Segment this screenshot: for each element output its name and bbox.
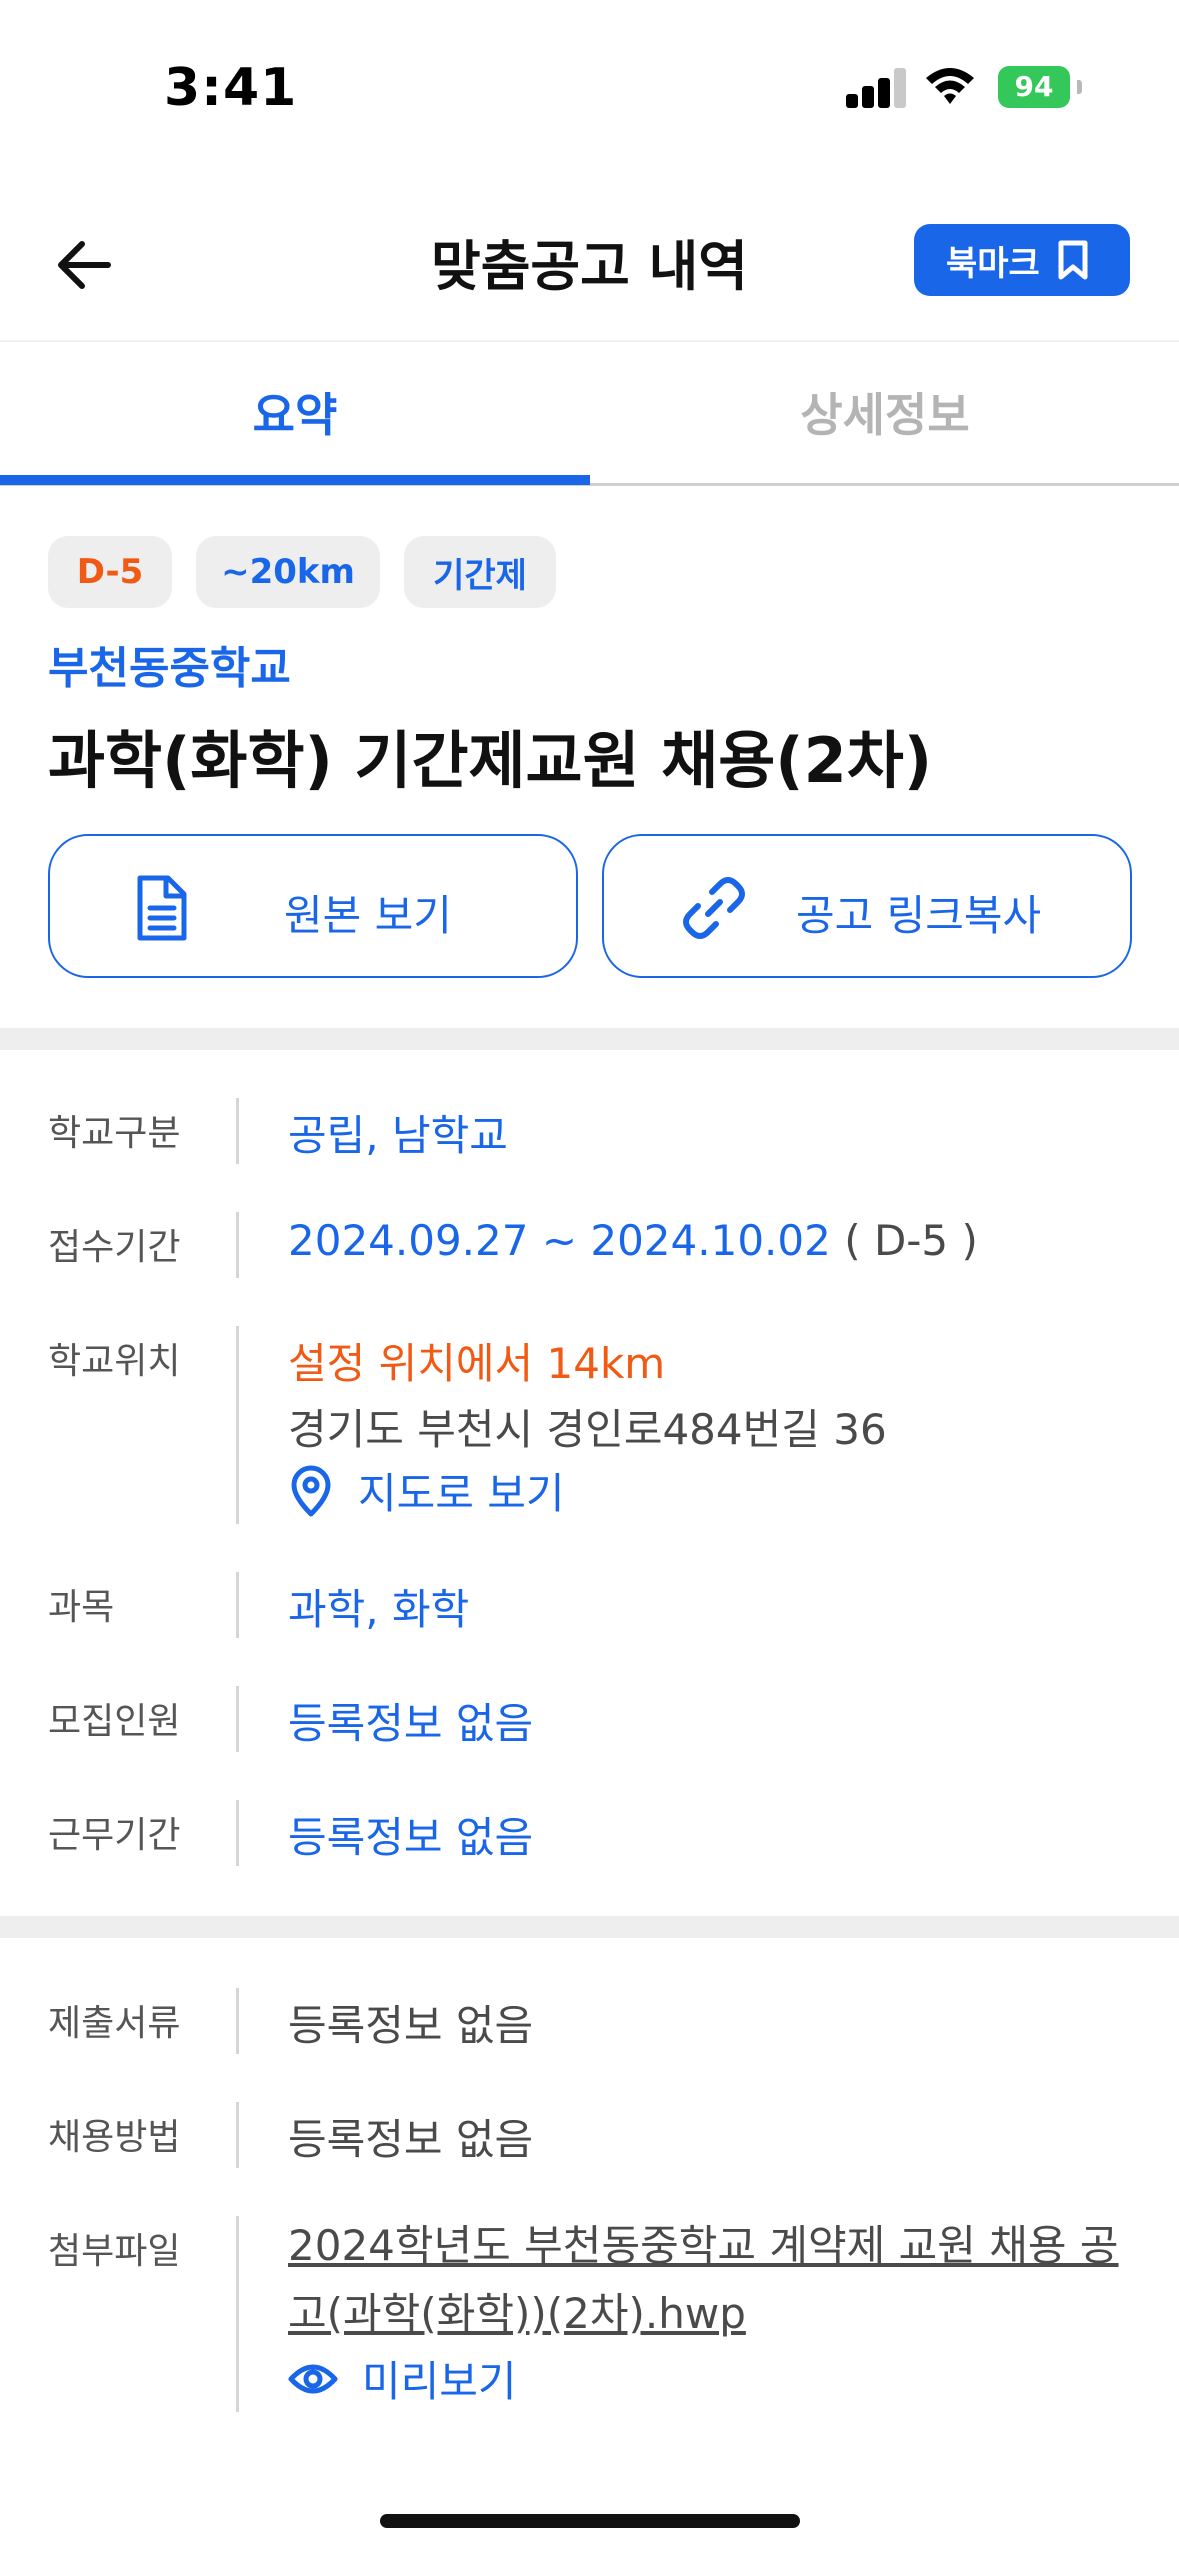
tab-details[interactable]: 상세정보 [590, 342, 1179, 482]
row-divider [236, 1326, 239, 1524]
status-time: 3:41 [164, 58, 298, 118]
attachment-file-name-line1: 2024학년도 부천동중학교 계약제 교원 채용 공 [288, 2221, 1119, 2270]
document-icon [137, 875, 187, 941]
tab-bar: 요약 상세정보 [0, 342, 1179, 488]
row-divider [236, 1686, 239, 1752]
bookmark-label: 북마크 [946, 243, 1040, 284]
application-period-value: 2024.09.27 ~ 2024.10.02 ( D-5 ) [288, 1216, 978, 1265]
cellular-signal-icon [846, 68, 906, 108]
wifi-icon [926, 68, 974, 104]
row-divider [236, 1572, 239, 1638]
work-period-label: 근무기간 [48, 1815, 181, 1856]
documents-label: 제출서류 [48, 2003, 181, 2044]
preview-button[interactable]: 미리보기 [288, 2348, 517, 2409]
school-name: 부천동중학교 [48, 643, 291, 694]
hiring-method-label: 채용방법 [48, 2117, 181, 2158]
documents-value: 등록정보 없음 [288, 2001, 534, 2050]
subject-value: 과학, 화학 [288, 1585, 470, 1634]
tab-summary[interactable]: 요약 [0, 342, 590, 482]
school-type-value: 공립, 남학교 [288, 1111, 508, 1160]
location-distance: 설정 위치에서 14km [288, 1339, 666, 1388]
row-divider [236, 1988, 239, 2054]
work-period-value: 등록정보 없음 [288, 1813, 534, 1862]
active-tab-indicator [0, 475, 590, 485]
preview-label: 미리보기 [362, 2357, 517, 2406]
eye-icon [288, 2364, 338, 2393]
row-divider [236, 2102, 239, 2168]
application-period-label: 접수기간 [48, 1227, 181, 1268]
view-original-label: 원본 보기 [284, 891, 452, 940]
school-type-label: 학교구분 [48, 1113, 181, 1154]
school-location-label: 학교위치 [48, 1341, 181, 1382]
battery-icon: 94 [998, 66, 1082, 108]
view-map-label: 지도로 보기 [358, 1469, 565, 1518]
home-indicator[interactable] [380, 2514, 800, 2528]
dday-badge: D-5 [48, 536, 172, 608]
battery-level: 94 [1014, 70, 1054, 103]
section-divider [0, 1028, 1179, 1050]
link-icon [683, 877, 745, 939]
row-divider [236, 2216, 239, 2412]
attachment-file-link[interactable]: 2024학년도 부천동중학교 계약제 교원 채용 공 고(과학(화학))(2차)… [288, 2212, 1138, 2348]
bookmark-icon [1058, 240, 1088, 280]
school-address: 경기도 부천시 경인로484번길 36 [288, 1405, 887, 1454]
row-divider [236, 1098, 239, 1164]
view-map-link[interactable]: 지도로 보기 [288, 1460, 565, 1521]
app-header: 맞춤공고 내역 북마크 [0, 200, 1179, 340]
section-divider [0, 1916, 1179, 1938]
row-divider [236, 1800, 239, 1866]
hiring-method-value: 등록정보 없음 [288, 2115, 534, 2164]
subject-label: 과목 [48, 1587, 115, 1628]
attachment-label: 첨부파일 [48, 2231, 181, 2272]
distance-badge: ~20km [196, 536, 380, 608]
bookmark-button[interactable]: 북마크 [914, 224, 1130, 296]
copy-link-label: 공고 링크복사 [796, 891, 1042, 940]
row-divider [236, 1212, 239, 1278]
post-title: 과학(화학) 기간제교원 채용(2차) [48, 724, 933, 797]
attachment-file-name-line2: 고(과학(화학))(2차).hwp [288, 2289, 746, 2338]
employment-type-badge: 기간제 [404, 536, 556, 608]
copy-link-button[interactable]: 공고 링크복사 [602, 834, 1132, 978]
recruits-value: 등록정보 없음 [288, 1699, 534, 1748]
status-bar: 3:41 94 [0, 0, 1179, 170]
view-original-button[interactable]: 원본 보기 [48, 834, 578, 978]
application-period-dday: ( D-5 ) [844, 1216, 978, 1265]
map-pin-icon [291, 1465, 331, 1516]
application-period-dates: 2024.09.27 ~ 2024.10.02 [288, 1216, 831, 1265]
recruits-label: 모집인원 [48, 1701, 181, 1742]
